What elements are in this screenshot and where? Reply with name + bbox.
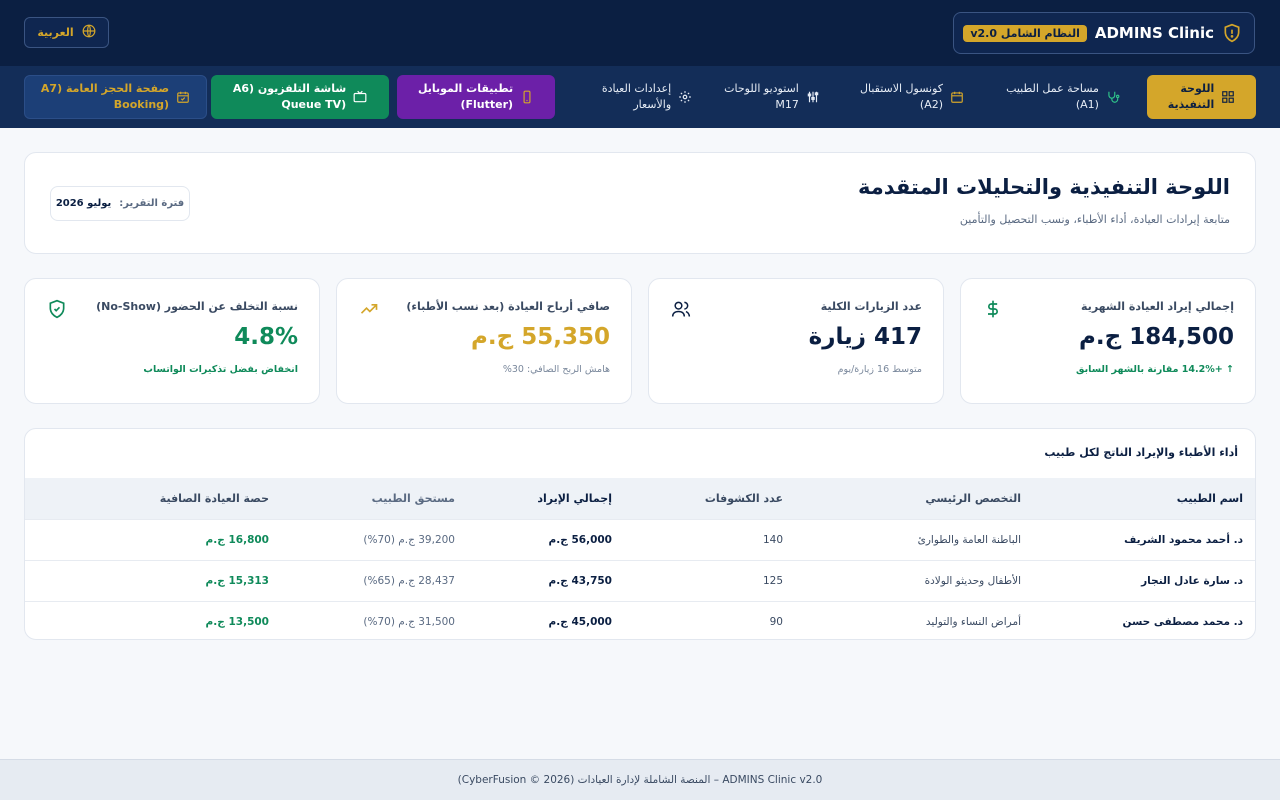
column-header: إجمالي الإيراد bbox=[537, 491, 612, 505]
total-revenue: 43,750 ج.م bbox=[548, 574, 612, 587]
table-row[interactable]: د. سارة عادل النجار الأطفال وحديثو الولا… bbox=[25, 560, 1255, 601]
kpi-label: إجمالي إيراد العيادة الشهرية bbox=[1081, 300, 1234, 313]
trending-up-icon bbox=[358, 298, 380, 320]
kpi-card-total-visits: عدد الزيارات الكلية 417 زيارة متوسط 16 ز… bbox=[648, 278, 944, 404]
period-value: يوليو 2026 bbox=[55, 198, 112, 209]
nav-label: إعدادات العيادة والأسعار bbox=[601, 82, 672, 111]
globe-icon bbox=[82, 24, 96, 41]
users-icon bbox=[670, 298, 692, 320]
kpi-label: عدد الزيارات الكلية bbox=[820, 300, 922, 313]
page-title: اللوحة التنفيذية والتحليلات المتقدمة bbox=[857, 175, 1230, 199]
kpi-card-no-show-rate: نسبة التخلف عن الحضور (No-Show) 4.8% انخ… bbox=[24, 278, 320, 404]
total-revenue: 45,000 ج.م bbox=[548, 615, 612, 628]
total-revenue: 56,000 ج.م bbox=[548, 533, 612, 546]
page-subtitle: متابعة إيرادات العيادة، أداء الأطباء، ون… bbox=[959, 213, 1230, 226]
doctor-due: 31,500 ج.م (70%) bbox=[363, 615, 455, 628]
language-button[interactable]: العربية bbox=[24, 17, 109, 48]
doctors-table: اسم الطبيب التخصص الرئيسي عدد الكشوفات إ… bbox=[25, 478, 1255, 639]
calendar-icon bbox=[951, 91, 963, 103]
doctor-name: د. محمد مصطفى حسن bbox=[1122, 615, 1243, 628]
brand-title: ADMINS Clinic bbox=[1094, 24, 1214, 42]
visit-count: 140 bbox=[762, 533, 783, 546]
report-period-selector[interactable]: فترة التقرير: يوليو 2026 bbox=[50, 186, 190, 221]
nav-boards-studio[interactable]: استوديو اللوحات M17 bbox=[712, 75, 832, 119]
kpi-value: 4.8% bbox=[234, 324, 298, 350]
column-header: حصة العيادة الصافية bbox=[159, 491, 269, 505]
dollar-icon bbox=[982, 298, 1004, 320]
nav-tv-screen[interactable]: شاشة التلفزيون (A6 (Queue TV bbox=[211, 75, 389, 119]
nav-clinic-settings[interactable]: إعدادات العيادة والأسعار bbox=[592, 75, 702, 119]
column-header: عدد الكشوفات bbox=[704, 491, 783, 505]
nav-booking-page[interactable]: صفحة الحجز العامة (A7 (Booking bbox=[24, 75, 207, 119]
calendar-check-icon bbox=[177, 91, 189, 103]
top-bar: ADMINS Clinic النظام الشامل v2.0 العربية bbox=[0, 0, 1280, 66]
kpi-note: انخفاض بفضل تذكيرات الواتساب bbox=[143, 364, 298, 375]
table-header-row: اسم الطبيب التخصص الرئيسي عدد الكشوفات إ… bbox=[25, 478, 1255, 519]
nav-doctor-workspace[interactable]: مساحة عمل الطبيب (A1) bbox=[988, 75, 1138, 119]
nav-label: تطبيقات الموبايل (Flutter) bbox=[417, 82, 514, 111]
doctor-due: 28,437 ج.م (65%) bbox=[363, 574, 455, 587]
clinic-share: 15,313 ج.م bbox=[205, 574, 269, 587]
kpi-card-net-profit: صافي أرباح العيادة (بعد نسب الأطباء) 55,… bbox=[336, 278, 632, 404]
table-title: أداء الأطباء والإيراد الناتج لكل طبيب bbox=[1044, 446, 1238, 459]
nav-label: مساحة عمل الطبيب (A1) bbox=[1006, 82, 1099, 111]
kpi-label: نسبة التخلف عن الحضور (No-Show) bbox=[96, 300, 298, 313]
kpi-label: صافي أرباح العيادة (بعد نسب الأطباء) bbox=[406, 300, 610, 313]
column-header: مستحق الطبيب bbox=[371, 491, 455, 505]
visit-count: 125 bbox=[762, 574, 783, 587]
kpi-note: متوسط 16 زيارة/يوم bbox=[837, 364, 922, 375]
page-header-card: اللوحة التنفيذية والتحليلات المتقدمة متا… bbox=[24, 152, 1256, 254]
nav-reception-console[interactable]: كونسول الاستقبال (A2) bbox=[842, 75, 982, 119]
main-nav: اللوحة التنفيذية مساحة عمل الطبيب (A1) ك… bbox=[0, 66, 1280, 128]
nav-label: استوديو اللوحات M17 bbox=[724, 82, 799, 111]
clinic-share: 13,500 ج.م bbox=[205, 615, 269, 628]
visit-count: 90 bbox=[769, 615, 783, 628]
specialty: أمراض النساء والتوليد bbox=[925, 615, 1021, 628]
specialty: الأطفال وحديثو الولادة bbox=[924, 574, 1021, 587]
kpi-value: 184,500 ج.م bbox=[1079, 324, 1234, 350]
doctor-name: د. أحمد محمود الشريف bbox=[1124, 533, 1243, 546]
grid-icon bbox=[1222, 91, 1235, 103]
nav-label: شاشة التلفزيون (A6 (Queue TV bbox=[232, 82, 347, 111]
period-label: فترة التقرير: bbox=[119, 198, 185, 209]
clinic-share: 16,800 ج.م bbox=[205, 533, 269, 546]
footer-text: ADMINS Clinic v2.0 – المنصة الشاملة لإدا… bbox=[457, 774, 823, 786]
shield-check-icon bbox=[46, 298, 68, 320]
column-header: اسم الطبيب bbox=[1176, 491, 1243, 505]
table-row[interactable]: د. أحمد محمود الشريف الباطنة العامة والط… bbox=[25, 519, 1255, 560]
doctors-performance-card: أداء الأطباء والإيراد الناتج لكل طبيب اس… bbox=[24, 428, 1256, 640]
tv-icon bbox=[353, 90, 367, 103]
gear-icon bbox=[679, 91, 691, 103]
doctor-due: 39,200 ج.م (70%) bbox=[363, 533, 455, 546]
phone-icon bbox=[523, 90, 531, 104]
footer: ADMINS Clinic v2.0 – المنصة الشاملة لإدا… bbox=[0, 759, 1280, 800]
kpi-value: 55,350 ج.م bbox=[471, 324, 610, 350]
specialty: الباطنة العامة والطوارئ bbox=[917, 533, 1021, 546]
version-badge: النظام الشامل v2.0 bbox=[963, 24, 1087, 42]
shield-alert-icon bbox=[1222, 23, 1242, 43]
column-header: التخصص الرئيسي bbox=[925, 491, 1021, 505]
nav-label: اللوحة التنفيذية bbox=[1167, 82, 1215, 111]
kpi-value: 417 زيارة bbox=[808, 324, 922, 350]
doctor-name: د. سارة عادل النجار bbox=[1141, 574, 1243, 587]
kpi-note: ↑ +14.2% مقارنة بالشهر السابق bbox=[1076, 364, 1234, 375]
nav-executive-dashboard[interactable]: اللوحة التنفيذية bbox=[1147, 75, 1256, 119]
sliders-icon bbox=[807, 91, 819, 103]
language-label: العربية bbox=[37, 26, 74, 39]
brand-block: ADMINS Clinic النظام الشامل v2.0 bbox=[953, 12, 1255, 54]
kpi-note: هامش الربح الصافي: 30% bbox=[502, 364, 610, 375]
table-row[interactable]: د. محمد مصطفى حسن أمراض النساء والتوليد … bbox=[25, 601, 1255, 639]
stethoscope-icon bbox=[1108, 91, 1120, 103]
kpi-card-monthly-revenue: إجمالي إيراد العيادة الشهرية 184,500 ج.م… bbox=[960, 278, 1256, 404]
nav-label: صفحة الحجز العامة (A7 (Booking bbox=[40, 82, 170, 111]
nav-mobile-apps[interactable]: تطبيقات الموبايل (Flutter) bbox=[397, 75, 555, 119]
nav-label: كونسول الاستقبال (A2) bbox=[859, 82, 944, 111]
